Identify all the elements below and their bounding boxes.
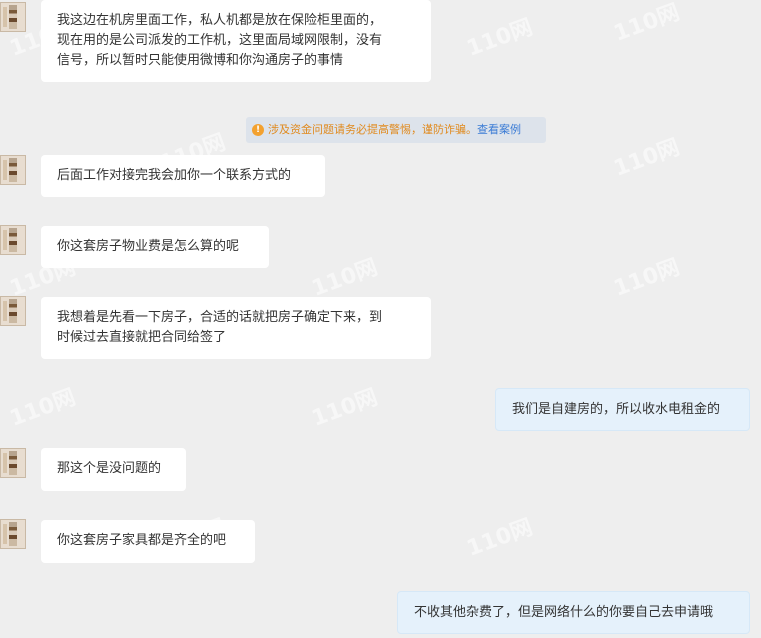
watermark: 110网 <box>308 254 382 302</box>
message-bubble: 你这套房子家具都是齐全的吧 <box>41 520 255 563</box>
contact-avatar[interactable] <box>0 519 26 549</box>
contact-avatar[interactable] <box>0 2 26 32</box>
message-bubble: 我这边在机房里面工作，私人机都是放在保险柜里面的， 现在用的是公司派发的工作机，… <box>41 0 431 82</box>
watermark: 110网 <box>610 134 684 182</box>
contact-avatar[interactable] <box>0 296 26 326</box>
watermark: 110网 <box>463 514 537 562</box>
watermark: 110网 <box>610 0 684 47</box>
info-icon: ! <box>252 124 264 136</box>
message-bubble: 后面工作对接完我会加你一个联系方式的 <box>41 155 325 197</box>
message-bubble-sent: 我们是自建房的，所以收水电租金的 <box>495 388 750 431</box>
message-bubble: 我想着是先看一下房子，合适的话就把房子确定下来，到 时候过去直接就把合同给签了 <box>41 297 431 359</box>
fraud-warning-notice: ! 涉及资金问题请务必提高警惕，谨防诈骗。查看案例 <box>246 117 546 143</box>
contact-avatar[interactable] <box>0 448 26 478</box>
notice-text: 涉及资金问题请务必提高警惕，谨防诈骗。 <box>268 123 477 136</box>
message-bubble: 那这个是没问题的 <box>41 448 186 491</box>
watermark: 110网 <box>463 14 537 62</box>
message-bubble: 你这套房子物业费是怎么算的呢 <box>41 226 269 268</box>
watermark: 110网 <box>308 384 382 432</box>
watermark: 110网 <box>610 254 684 302</box>
view-cases-link[interactable]: 查看案例 <box>477 123 521 136</box>
message-bubble-sent: 不收其他杂费了，但是网络什么的你要自己去申请哦 <box>397 591 750 634</box>
contact-avatar[interactable] <box>0 225 26 255</box>
contact-avatar[interactable] <box>0 155 26 185</box>
watermark: 110网 <box>6 384 80 432</box>
